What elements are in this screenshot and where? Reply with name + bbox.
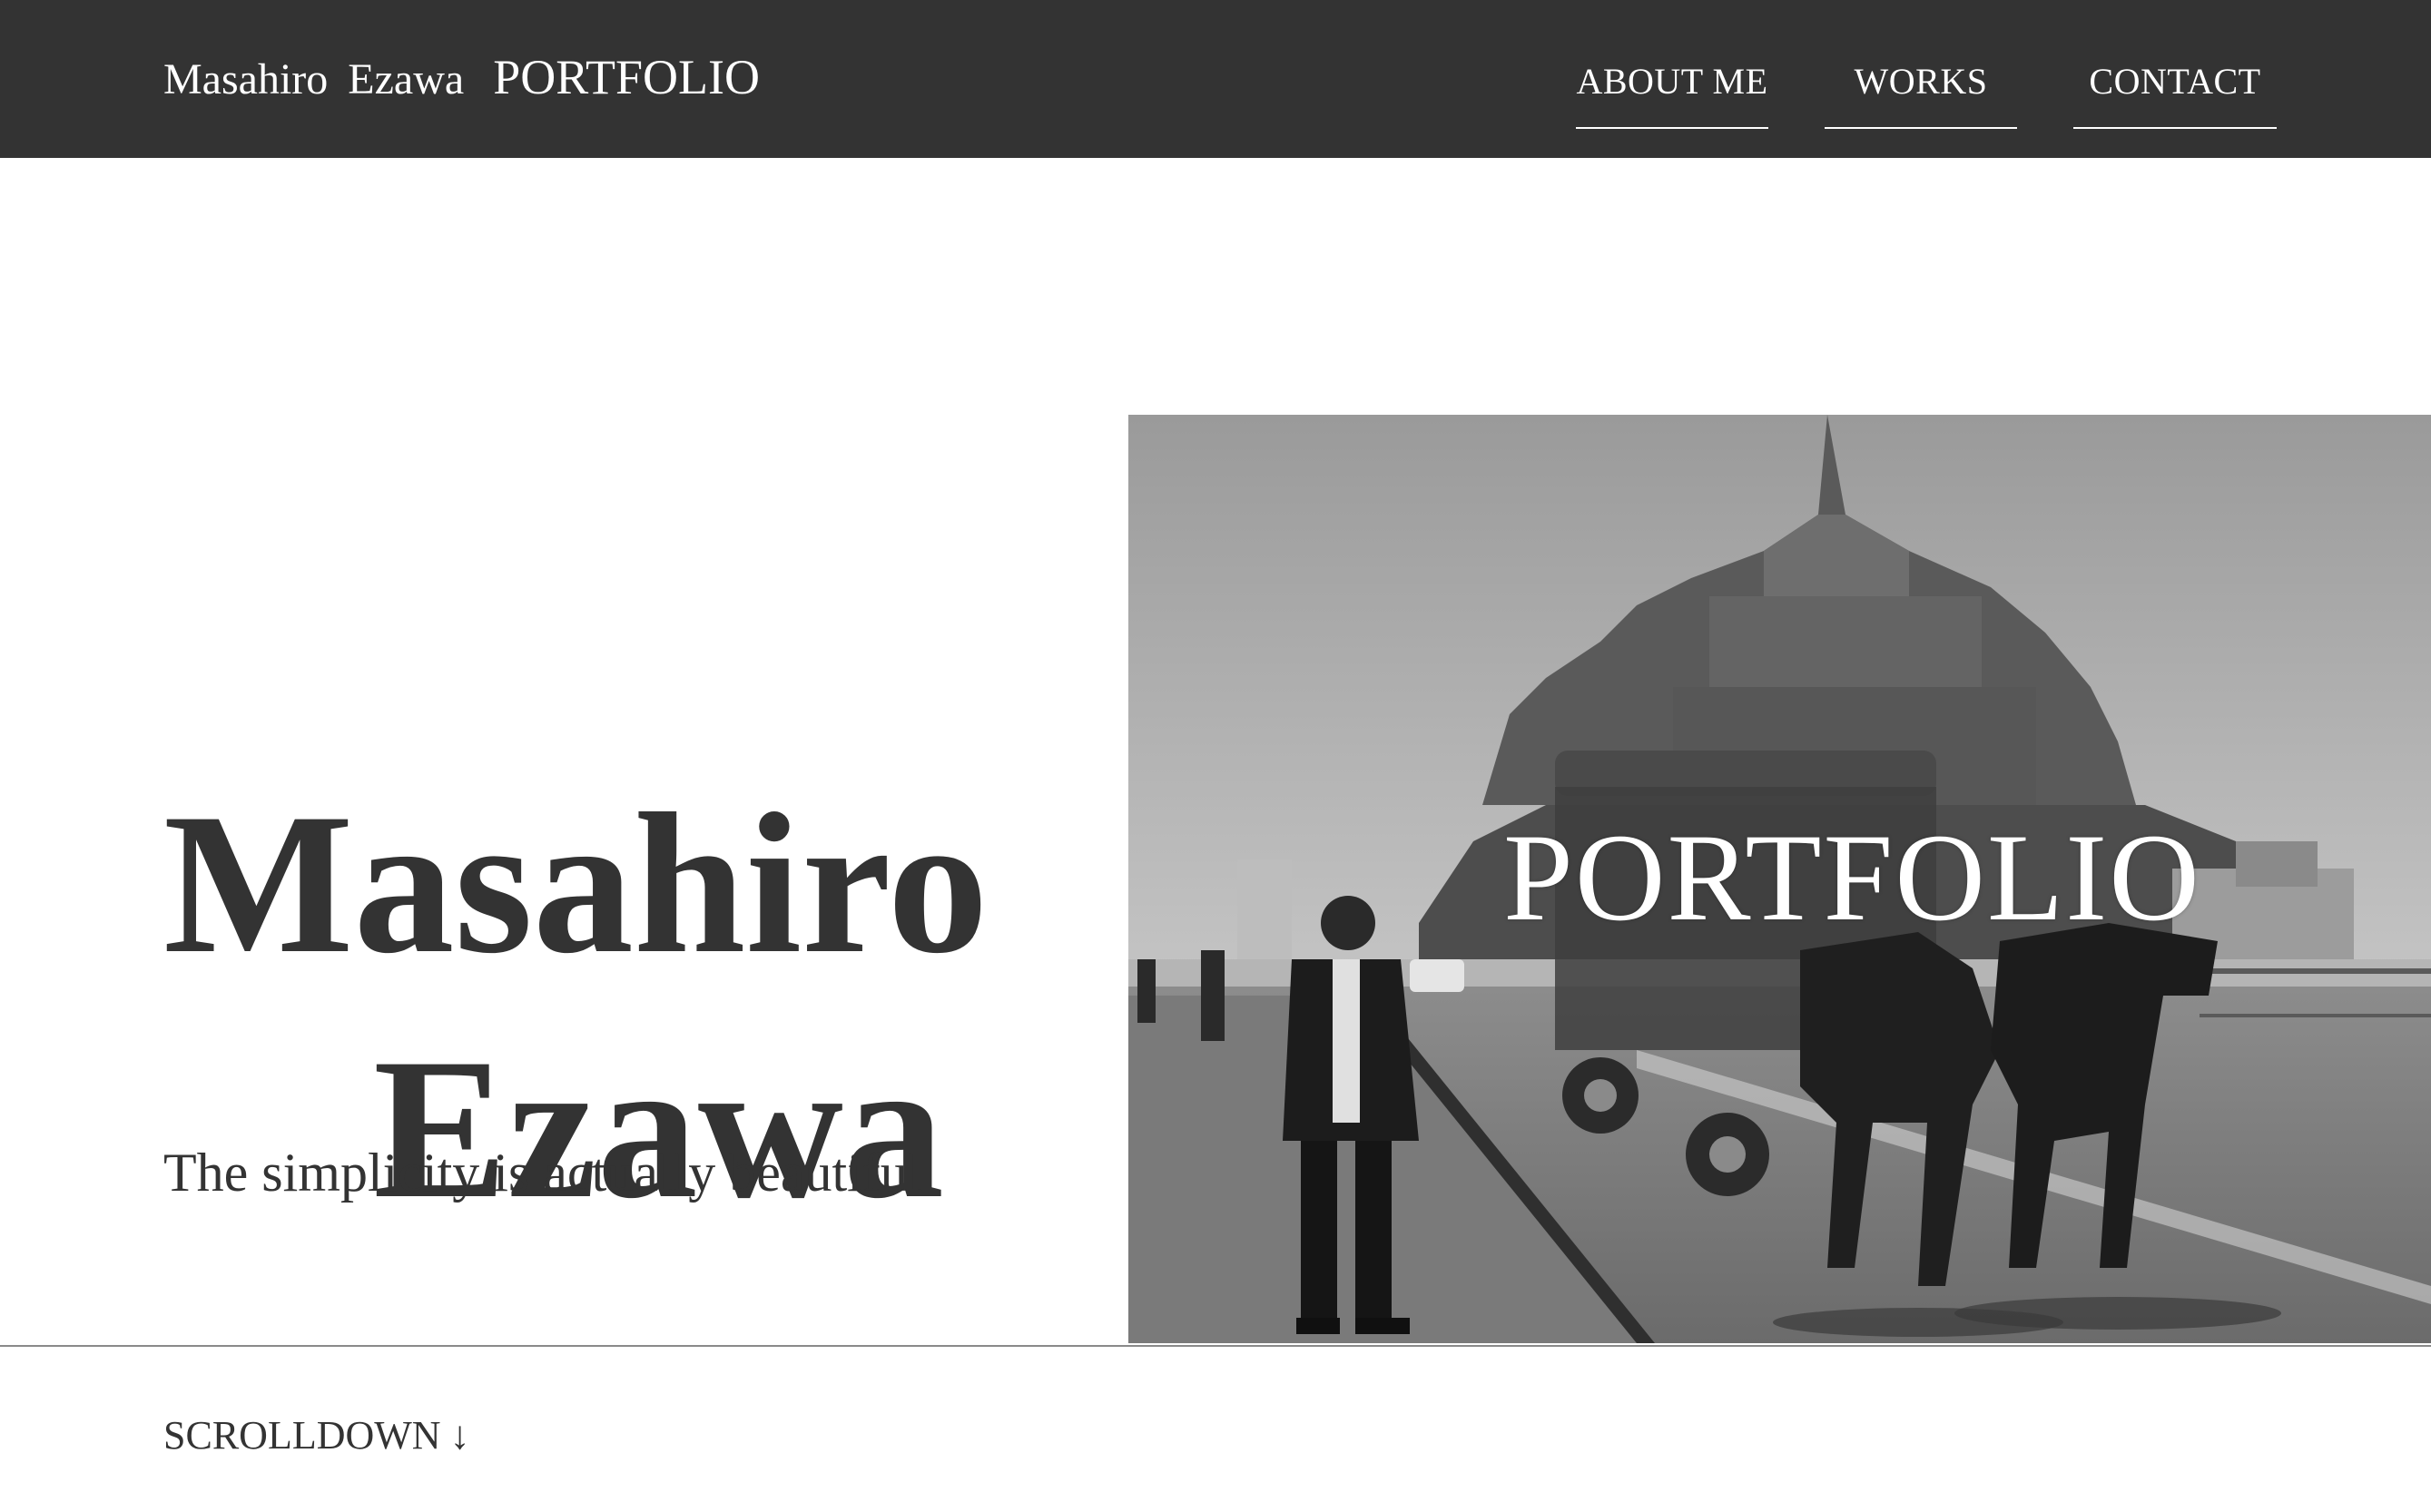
nav-works[interactable]: WORKS — [1825, 0, 2017, 129]
nav-about-me[interactable]: ABOUT ME — [1576, 0, 1768, 129]
photo-overlay-title: PORTFOLIO — [1503, 808, 2201, 947]
hero-tagline: The simplicity is actually beautiful — [163, 1143, 923, 1203]
hero-name-first: Masahiro — [163, 771, 989, 996]
down-arrow-icon: ↓ — [449, 1413, 470, 1458]
scroll-down-link[interactable]: SCROLLDOWN ↓ — [163, 1412, 470, 1458]
main-nav: ABOUT ME WORKS CONTACT — [1520, 0, 2277, 158]
brand-portfolio: PORTFOLIO — [493, 50, 760, 104]
hero-name-last: Ezawa — [373, 1016, 944, 1241]
section-divider — [0, 1345, 2431, 1347]
nav-contact[interactable]: CONTACT — [2073, 0, 2277, 129]
brand-last-name: Ezawa — [348, 55, 465, 103]
hero-photo: PORTFOLIO — [1128, 415, 2431, 1343]
scroll-down-label: SCROLLDOWN — [163, 1413, 441, 1458]
brand-logo[interactable]: Masahiro Ezawa PORTFOLIO — [163, 53, 780, 102]
brand-first-name: Masahiro — [163, 55, 329, 103]
site-header: Masahiro Ezawa PORTFOLIO ABOUT ME WORKS CO… — [0, 0, 2431, 158]
